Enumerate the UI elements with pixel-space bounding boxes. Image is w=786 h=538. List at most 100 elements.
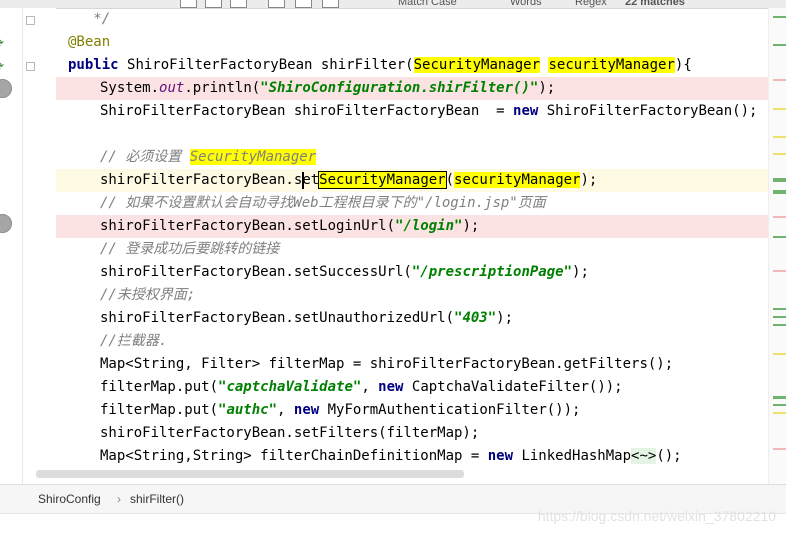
code-text: shiroFilterFactoryBean.setSuccessUrl("/p… bbox=[100, 261, 589, 284]
code-token: //拦截器. bbox=[100, 333, 168, 349]
find-all-icon[interactable] bbox=[230, 0, 247, 8]
code-token: .println( bbox=[184, 80, 261, 96]
breadcrumb-class[interactable]: ShiroConfig bbox=[38, 485, 101, 514]
breadcrumb-method[interactable]: shirFilter() bbox=[130, 485, 184, 514]
code-line[interactable]: ShiroFilterFactoryBean shiroFilterFactor… bbox=[0, 100, 768, 123]
code-text: // 登录成功后要跳转的链接 bbox=[100, 238, 279, 261]
find-prev-icon[interactable] bbox=[180, 0, 197, 8]
find-next-icon[interactable] bbox=[205, 0, 222, 8]
code-line[interactable]: filterMap.put("authc", new MyFormAuthent… bbox=[0, 399, 768, 422]
code-editor[interactable]: */ @Bean public ShiroFilterFactoryBean shi… bbox=[0, 8, 768, 484]
code-token: ); bbox=[538, 80, 556, 96]
code-line[interactable]: public ShiroFilterFactoryBean shirFilter… bbox=[0, 54, 768, 77]
code-line[interactable]: */ bbox=[0, 8, 768, 31]
select-occurrence-icon[interactable] bbox=[295, 0, 312, 8]
watermark: https://blog.csdn.net/weixin_37802210 bbox=[537, 508, 776, 524]
error-stripe[interactable] bbox=[768, 8, 786, 484]
code-token: shiroFilterFactoryBean. bbox=[100, 172, 294, 188]
stripe-mark[interactable] bbox=[773, 404, 786, 406]
code-token: CaptchaValidateFilter()); bbox=[411, 379, 623, 395]
stripe-mark[interactable] bbox=[773, 236, 786, 238]
code-token: new bbox=[378, 379, 412, 395]
code-line[interactable]: System.out.println("ShiroConfiguration.s… bbox=[0, 77, 768, 100]
code-token: Map<String, Filter> filterMap = shiroFil… bbox=[100, 356, 674, 372]
code-token: <~> bbox=[631, 448, 657, 464]
stripe-mark[interactable] bbox=[773, 396, 786, 399]
code-token: ); bbox=[496, 310, 514, 326]
code-line[interactable]: shiroFilterFactoryBean.setUnauthorizedUr… bbox=[0, 307, 768, 330]
code-text: // 必须设置 SecurityManager bbox=[100, 146, 317, 169]
code-text: ShiroFilterFactoryBean shiroFilterFactor… bbox=[100, 100, 757, 123]
words-option[interactable]: Words bbox=[510, 0, 542, 8]
code-token: "captchaValidate" bbox=[218, 379, 362, 395]
horizontal-scrollbar[interactable] bbox=[36, 470, 464, 478]
code-token: new bbox=[487, 448, 522, 464]
code-token: 页面 bbox=[517, 195, 546, 211]
select-all-icon[interactable] bbox=[268, 0, 285, 8]
code-line[interactable]: Map<String,String> filterChainDefinition… bbox=[0, 445, 768, 468]
stripe-mark[interactable] bbox=[773, 136, 786, 138]
code-token: ( bbox=[445, 172, 455, 188]
code-line[interactable]: // 登录成功后要跳转的链接 bbox=[0, 238, 768, 261]
stripe-mark[interactable] bbox=[773, 412, 786, 414]
stripe-mark[interactable] bbox=[773, 190, 786, 194]
stripe-mark[interactable] bbox=[773, 270, 786, 272]
code-token: ){ bbox=[674, 57, 692, 73]
code-line[interactable]: // 如果不设置默认会自动寻找Web工程根目录下的"/login.jsp"页面 bbox=[0, 192, 768, 215]
stripe-mark[interactable] bbox=[773, 308, 786, 310]
stripe-mark[interactable] bbox=[773, 153, 786, 155]
code-token: // 登录成功后要跳转的链接 bbox=[100, 241, 280, 257]
stripe-mark[interactable] bbox=[773, 44, 786, 46]
code-token: //未授权界面; bbox=[100, 287, 196, 303]
code-token: new bbox=[513, 103, 547, 119]
code-text: // 如果不设置默认会自动寻找Web工程根目录下的"/login.jsp"页面 bbox=[100, 192, 546, 215]
code-line[interactable]: @Bean bbox=[0, 31, 768, 54]
gutter-separator bbox=[22, 8, 23, 484]
stripe-mark[interactable] bbox=[773, 79, 786, 81]
code-token: // 必须设置 bbox=[100, 149, 190, 165]
code-token: // 如果不设置默认会自动寻找 bbox=[100, 195, 294, 211]
code-line[interactable]: //拦截器. bbox=[0, 330, 768, 353]
code-text: filterMap.put("captchaValidate", new Cap… bbox=[100, 376, 623, 399]
code-text: //未授权界面; bbox=[100, 284, 195, 307]
code-token: out bbox=[159, 80, 185, 96]
breakpoint-icon[interactable] bbox=[0, 79, 12, 98]
stripe-mark[interactable] bbox=[773, 216, 786, 218]
bean-gutter-icon[interactable]: ⟳ bbox=[0, 36, 8, 50]
stripe-mark[interactable] bbox=[773, 324, 786, 326]
code-line[interactable] bbox=[0, 123, 768, 146]
filter-icon[interactable] bbox=[322, 0, 339, 8]
code-line[interactable]: shiroFilterFactoryBean.setFilters(filter… bbox=[0, 422, 768, 445]
code-token: "/login.jsp" bbox=[416, 195, 518, 211]
stripe-mark[interactable] bbox=[773, 316, 786, 318]
match-case-option[interactable]: Match Case bbox=[398, 0, 457, 8]
code-line[interactable]: shiroFilterFactoryBean.setSecurityManage… bbox=[0, 169, 768, 192]
regex-option[interactable]: Regex bbox=[575, 0, 607, 8]
fold-marker-icon[interactable] bbox=[26, 16, 35, 25]
code-token: "403" bbox=[454, 310, 497, 326]
code-token: filterMap.put( bbox=[100, 379, 219, 395]
editor-gutter[interactable]: ⟳ ⟳ bbox=[0, 8, 56, 484]
code-token: ); bbox=[462, 218, 480, 234]
stripe-mark[interactable] bbox=[773, 353, 786, 355]
breakpoint-icon[interactable] bbox=[0, 214, 12, 233]
code-token: SecurityManager bbox=[413, 57, 541, 73]
code-token: securityManager bbox=[548, 57, 675, 73]
stripe-mark[interactable] bbox=[773, 448, 786, 450]
code-token: "/prescriptionPage" bbox=[411, 264, 573, 280]
code-line[interactable]: // 必须设置 SecurityManager bbox=[0, 146, 768, 169]
fold-marker-icon[interactable] bbox=[26, 62, 35, 71]
code-line[interactable]: //未授权界面; bbox=[0, 284, 768, 307]
stripe-mark[interactable] bbox=[773, 16, 786, 18]
code-line[interactable]: shiroFilterFactoryBean.setSuccessUrl("/p… bbox=[0, 261, 768, 284]
stripe-mark[interactable] bbox=[773, 108, 786, 110]
code-token: "ShiroConfiguration.shirFilter()" bbox=[260, 80, 539, 96]
code-line[interactable]: shiroFilterFactoryBean.setLoginUrl("/log… bbox=[0, 215, 768, 238]
code-token: System. bbox=[100, 80, 160, 96]
code-line[interactable]: Map<String, Filter> filterMap = shiroFil… bbox=[0, 353, 768, 376]
bean-gutter-icon[interactable]: ⟳ bbox=[0, 59, 8, 73]
code-token: ShiroFilterFactoryBean shirFilter( bbox=[127, 57, 414, 73]
stripe-mark[interactable] bbox=[773, 178, 786, 182]
code-line[interactable]: filterMap.put("captchaValidate", new Cap… bbox=[0, 376, 768, 399]
code-token: shiroFilterFactoryBean.setFilters(filter… bbox=[100, 425, 480, 441]
